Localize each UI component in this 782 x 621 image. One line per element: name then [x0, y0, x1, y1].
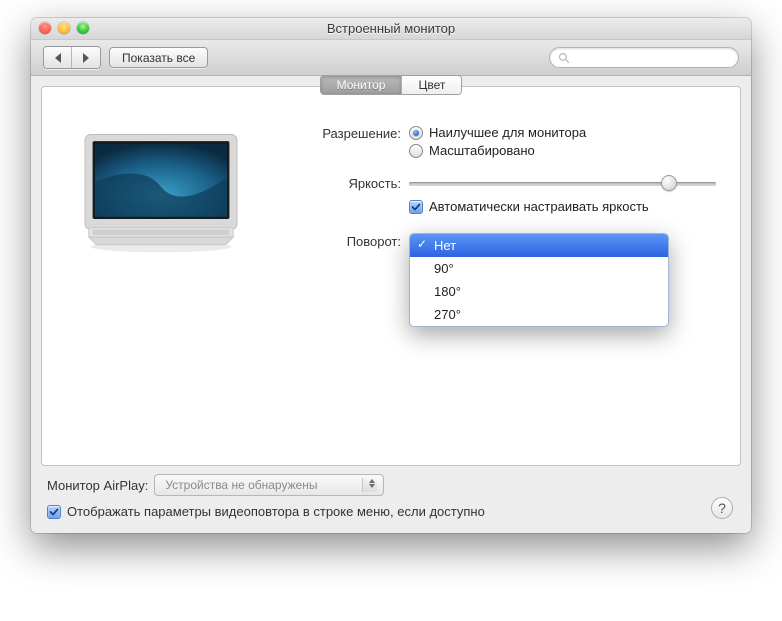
auto-brightness-checkbox[interactable]: Автоматически настраивать яркость	[409, 199, 716, 214]
radio-icon	[409, 144, 423, 158]
nav-forward-button[interactable]	[72, 47, 100, 68]
toolbar: Показать все	[31, 40, 751, 76]
settings-fields: Разрешение: Наилучшее для монитора Масшт…	[304, 125, 716, 271]
checkbox-icon	[409, 200, 423, 214]
system-prefs-window: Встроенный монитор Показать все Монитор …	[31, 18, 751, 533]
slider-knob[interactable]	[661, 175, 677, 191]
tab-color[interactable]: Цвет	[402, 76, 461, 94]
chevron-left-icon	[55, 53, 61, 63]
content-area: Монитор Цвет	[31, 76, 751, 533]
airplay-label: Монитор AirPlay:	[47, 478, 148, 493]
mirroring-label: Отображать параметры видеоповтора в стро…	[67, 504, 485, 519]
brightness-slider[interactable]	[409, 175, 716, 193]
radio-icon	[409, 126, 423, 140]
resolution-best-option[interactable]: Наилучшее для монитора	[409, 125, 716, 140]
auto-brightness-label: Автоматически настраивать яркость	[429, 199, 649, 214]
rotation-dropdown-menu: Нет 90° 180° 270°	[409, 233, 669, 327]
search-icon	[558, 52, 570, 64]
show-all-label: Показать все	[122, 51, 195, 65]
search-input[interactable]	[549, 47, 739, 68]
airplay-value: Устройства не обнаружены	[165, 478, 317, 492]
chevron-right-icon	[83, 53, 89, 63]
tab-monitor[interactable]: Монитор	[321, 76, 403, 94]
resolution-best-label: Наилучшее для монитора	[429, 125, 586, 140]
zoom-icon[interactable]	[77, 22, 89, 34]
window-title: Встроенный монитор	[31, 21, 751, 36]
resolution-scaled-label: Масштабировано	[429, 143, 535, 158]
rotation-option-90[interactable]: 90°	[410, 257, 668, 280]
resolution-label: Разрешение:	[304, 125, 409, 141]
close-icon[interactable]	[39, 22, 51, 34]
checkbox-icon	[47, 505, 61, 519]
rotation-option-270[interactable]: 270°	[410, 303, 668, 326]
airplay-row: Монитор AirPlay: Устройства не обнаружен…	[41, 466, 741, 496]
mirroring-row[interactable]: Отображать параметры видеоповтора в стро…	[41, 496, 741, 519]
window-controls	[39, 22, 89, 34]
nav-back-button[interactable]	[44, 47, 72, 68]
minimize-icon[interactable]	[58, 22, 70, 34]
airplay-dropdown[interactable]: Устройства не обнаружены	[154, 474, 384, 496]
popup-chevrons-icon	[369, 479, 375, 488]
display-panel: Монитор Цвет	[41, 86, 741, 466]
nav-back-forward	[43, 46, 101, 69]
resolution-scaled-option[interactable]: Масштабировано	[409, 143, 716, 158]
tab-group: Монитор Цвет	[320, 75, 463, 95]
rotation-option-none[interactable]: Нет	[410, 234, 668, 257]
display-illustration	[66, 125, 256, 271]
brightness-label: Яркость:	[304, 175, 409, 191]
help-icon: ?	[718, 500, 726, 516]
tab-strip: Монитор Цвет	[42, 86, 740, 106]
rotation-label: Поворот:	[304, 233, 409, 249]
help-button[interactable]: ?	[711, 497, 733, 519]
rotation-option-180[interactable]: 180°	[410, 280, 668, 303]
show-all-button[interactable]: Показать все	[109, 47, 208, 68]
titlebar[interactable]: Встроенный монитор	[31, 18, 751, 40]
